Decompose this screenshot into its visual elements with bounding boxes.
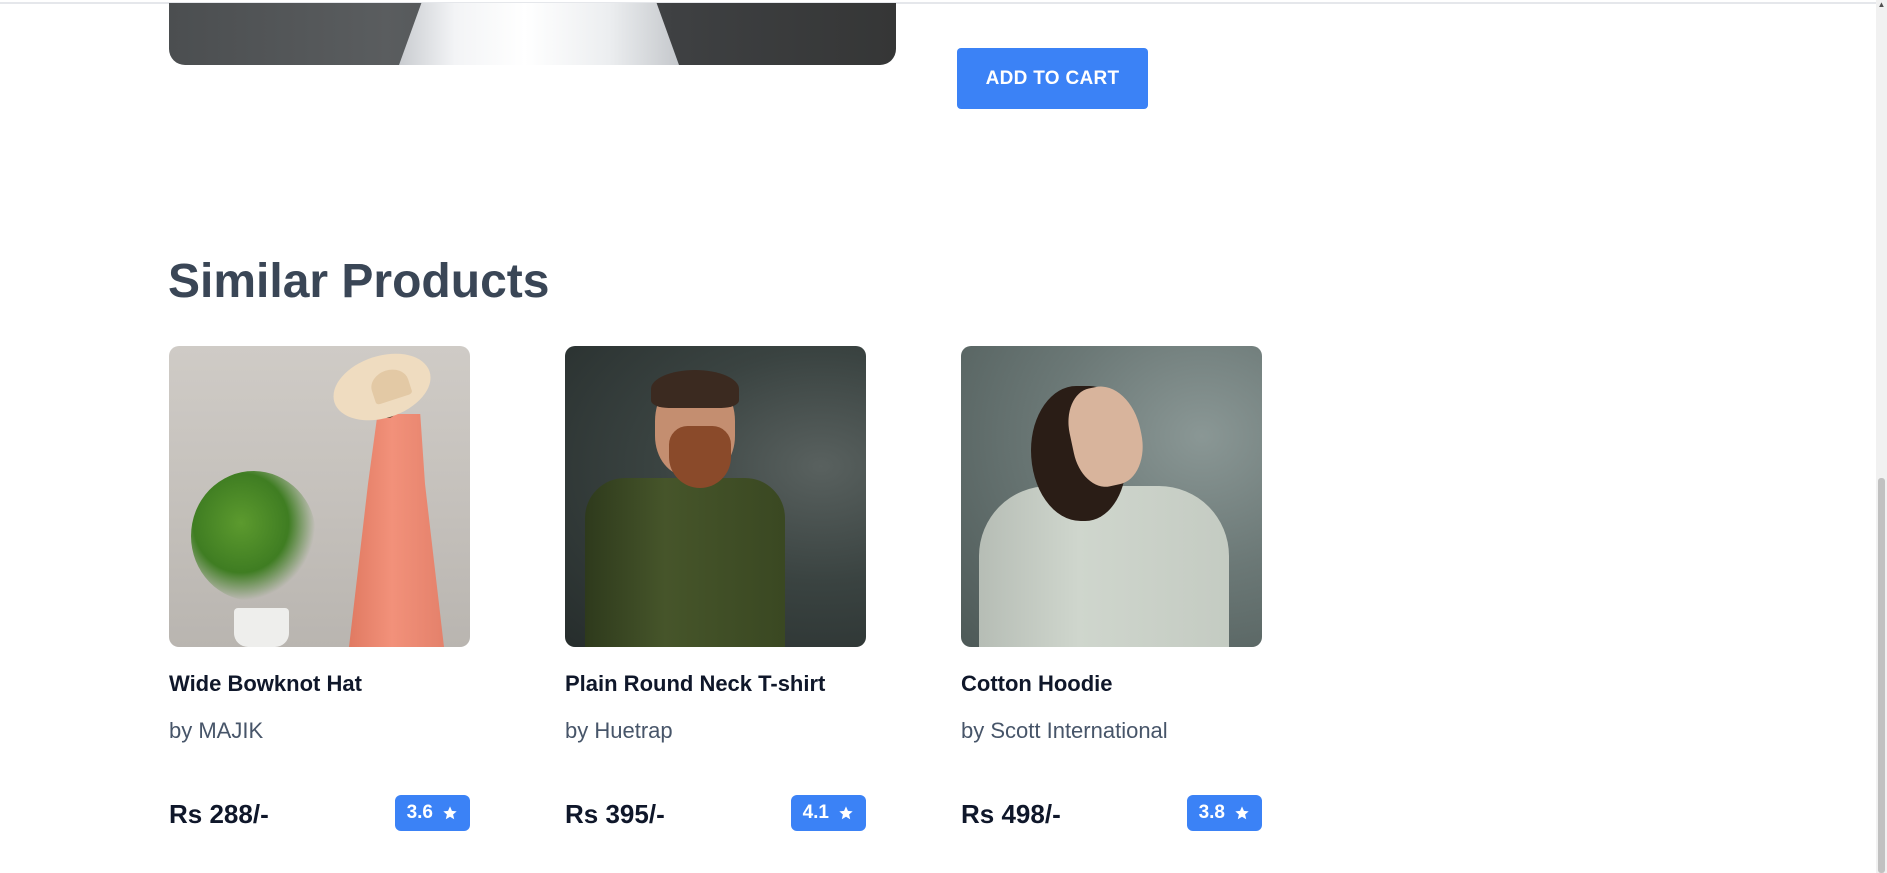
product-dress-image — [399, 3, 679, 65]
rating-badge: 3.8 — [1186, 795, 1262, 831]
product-name[interactable]: Wide Bowknot Hat — [169, 671, 362, 697]
scrollbar-thumb[interactable] — [1878, 478, 1885, 873]
product-card[interactable]: Plain Round Neck T-shirt by Huetrap Rs 3… — [565, 346, 866, 831]
tshirt-illustration — [585, 478, 785, 647]
product-brand: by MAJIK — [169, 718, 264, 743]
pot-illustration — [234, 608, 289, 647]
rating-value: 3.8 — [1198, 802, 1225, 823]
product-image[interactable] — [565, 346, 866, 647]
rating-value: 3.6 — [406, 802, 433, 823]
product-image[interactable] — [961, 346, 1262, 647]
product-price: Rs 395/- — [565, 799, 665, 829]
product-name[interactable]: Cotton Hoodie — [961, 671, 1113, 697]
product-main-image — [169, 3, 896, 65]
star-icon — [1235, 806, 1249, 820]
vertical-scrollbar[interactable]: ▲ — [1876, 0, 1887, 873]
plant-illustration — [191, 471, 316, 601]
rating-badge: 4.1 — [790, 795, 866, 831]
product-brand: by Scott International — [961, 718, 1168, 743]
beard-illustration — [669, 426, 731, 488]
product-card[interactable]: Cotton Hoodie by Scott International Rs … — [961, 346, 1262, 831]
rating-badge: 3.6 — [394, 795, 470, 831]
star-icon — [443, 806, 457, 820]
product-brand: by Huetrap — [565, 718, 673, 743]
product-price: Rs 288/- — [169, 799, 269, 829]
scroll-up-arrow-icon[interactable]: ▲ — [1877, 0, 1886, 10]
product-name[interactable]: Plain Round Neck T-shirt — [565, 671, 825, 697]
product-card[interactable]: Wide Bowknot Hat by MAJIK Rs 288/- 3.6 — [169, 346, 470, 831]
product-price: Rs 498/- — [961, 799, 1061, 829]
dress-illustration — [349, 414, 444, 647]
add-to-cart-button[interactable]: ADD TO CART — [957, 48, 1148, 109]
product-image[interactable] — [169, 346, 470, 647]
rating-value: 4.1 — [802, 802, 829, 823]
hair-illustration — [651, 370, 739, 408]
section-title: Similar Products — [168, 255, 550, 308]
star-icon — [839, 806, 853, 820]
